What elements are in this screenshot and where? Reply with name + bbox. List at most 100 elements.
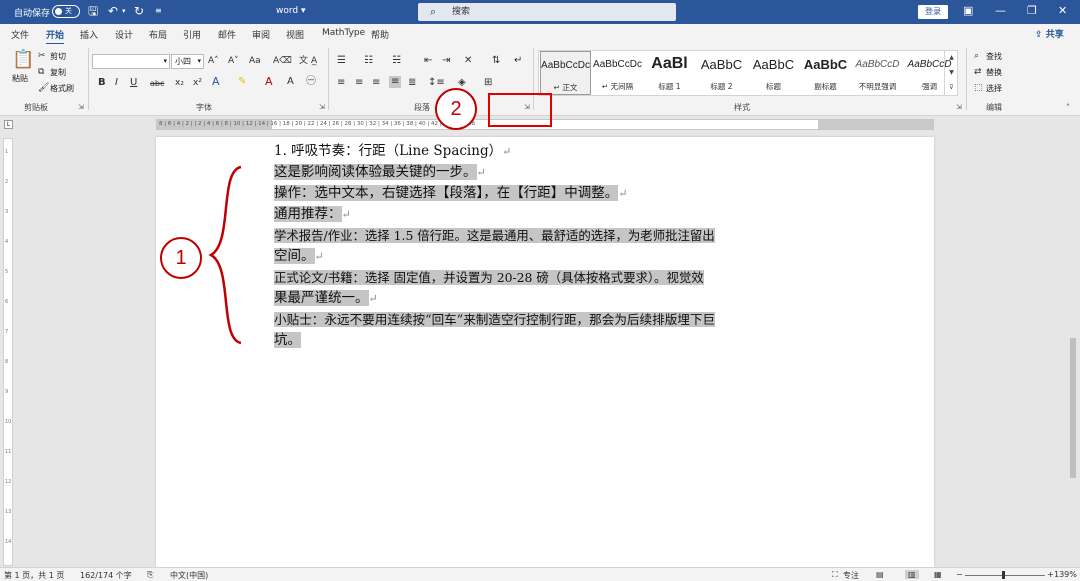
style-normal[interactable]: AaBbCcDc ↵ 正文	[540, 51, 591, 95]
ribbon-display-icon[interactable]: ▣	[963, 4, 973, 18]
tab-mathtype[interactable]: MathType	[322, 28, 365, 38]
search-box[interactable]: ⌕ 搜索	[418, 3, 676, 21]
doc-line[interactable]: 果最严谨统一。↵	[274, 288, 819, 309]
char-border-icon[interactable]: A̲	[311, 55, 317, 67]
proofing-icon[interactable]: ⎘	[147, 570, 153, 580]
search-input[interactable]: 搜索	[452, 7, 470, 17]
superscript-icon[interactable]: x²	[193, 77, 202, 89]
shading-icon[interactable]: ◈	[458, 77, 466, 89]
style-subtle-emphasis[interactable]: AaBbCcD 不明显强调	[852, 51, 903, 95]
document-page[interactable]: 1. 呼吸节奏：行距（Line Spacing）↵ 这是影响阅读体验最关键的一步…	[156, 137, 934, 567]
doc-line[interactable]: 这是影响阅读体验最关键的一步。↵	[274, 162, 819, 183]
font-color-icon[interactable]: A	[265, 76, 273, 88]
tab-insert[interactable]: 插入	[80, 28, 98, 41]
doc-line[interactable]: 小贴士：永远不要用连续按“回车”来制造空行控制行距，那会为后续排版埋下巨	[274, 309, 819, 331]
clipboard-dialog-launcher-icon[interactable]: ⇲	[78, 103, 84, 111]
styles-dialog-launcher-icon[interactable]: ⇲	[956, 103, 962, 111]
align-center-icon[interactable]: ≡	[355, 77, 363, 89]
scroll-up-icon[interactable]: ▲	[945, 50, 958, 65]
share-button[interactable]: ⇪ 共享	[1035, 27, 1064, 40]
vertical-ruler[interactable]: 1 2 3 4 5 6 7 8 9 10 11 12 13 14	[3, 138, 13, 566]
cut-icon[interactable]: ✂	[38, 50, 46, 62]
focus-button[interactable]: 专注	[843, 570, 859, 581]
replace-button[interactable]: 替换	[986, 67, 1002, 78]
format-painter-button[interactable]: 格式刷	[50, 83, 74, 94]
doc-line[interactable]: 正式论文/书籍：选择 固定值，并设置为 20-28 磅（具体按格式要求）。视觉效	[274, 267, 819, 289]
phonetic-guide-icon[interactable]: 文	[299, 55, 308, 67]
copy-button[interactable]: 复制	[50, 67, 66, 78]
font-name-combo[interactable]: ▾	[92, 54, 170, 69]
autosave-toggle[interactable]: 关	[52, 5, 80, 18]
format-painter-icon[interactable]: 🖌	[38, 82, 49, 94]
scroll-thumb[interactable]	[1070, 338, 1076, 478]
web-layout-icon[interactable]: ▦	[934, 570, 942, 579]
tab-home[interactable]: 开始	[46, 28, 65, 45]
replace-icon[interactable]: ⇄	[974, 66, 982, 78]
increase-indent-icon[interactable]: ⇥	[442, 55, 450, 67]
underline-icon[interactable]: U	[130, 77, 137, 89]
multilevel-list-icon[interactable]: ☵	[392, 55, 401, 67]
select-button[interactable]: 选择	[986, 83, 1002, 94]
redo-icon[interactable]: ↻	[134, 4, 144, 18]
decrease-indent-icon[interactable]: ⇤	[424, 55, 432, 67]
tab-mailings[interactable]: 邮件	[218, 28, 236, 41]
zoom-slider[interactable]	[965, 575, 1045, 576]
word-count[interactable]: 162/174 个字	[80, 570, 132, 581]
style-no-spacing[interactable]: AaBbCcDc ↵ 无间隔	[592, 51, 643, 95]
print-layout-icon[interactable]: ▥	[905, 570, 919, 579]
customize-toolbar-icon[interactable]: ≡	[155, 4, 162, 18]
tab-selector[interactable]: L	[4, 120, 13, 129]
distributed-icon[interactable]: ≣	[408, 77, 416, 89]
grow-font-icon[interactable]: A˄	[208, 55, 219, 67]
find-icon[interactable]: ⌕	[974, 50, 979, 62]
collapse-ribbon-icon[interactable]: ˄	[1066, 102, 1070, 114]
italic-icon[interactable]: I	[115, 77, 118, 89]
bullets-icon[interactable]: ☰	[337, 55, 346, 67]
restore-icon[interactable]: ❐	[1027, 4, 1037, 18]
doc-line[interactable]: 空间。↵	[274, 246, 819, 267]
align-right-icon[interactable]: ≡	[372, 77, 380, 89]
shrink-font-icon[interactable]: A˅	[228, 55, 239, 67]
enclose-char-icon[interactable]: ㊀	[306, 76, 316, 88]
doc-line[interactable]: 学术报告/作业：选择 1.5 倍行距。这是最通用、最舒适的选择，为老师批注留出	[274, 225, 819, 247]
vertical-scrollbar[interactable]	[1068, 138, 1078, 566]
text-effects-icon[interactable]: A	[212, 76, 220, 88]
line-spacing-icon[interactable]: ↕≡	[428, 77, 445, 89]
char-shading-icon[interactable]: A	[287, 76, 294, 88]
zoom-slider-handle[interactable]	[1002, 571, 1005, 579]
tab-design[interactable]: 设计	[115, 28, 133, 41]
focus-icon[interactable]: ⛶	[832, 570, 838, 580]
more-styles-icon[interactable]: ⊽	[945, 80, 958, 95]
align-left-icon[interactable]: ≡	[337, 77, 345, 89]
copy-icon[interactable]: ⧉	[38, 66, 44, 78]
tab-layout[interactable]: 布局	[149, 28, 167, 41]
sort-icon[interactable]: ⇅	[492, 55, 500, 67]
doc-heading[interactable]: 1. 呼吸节奏：行距（Line Spacing）↵	[274, 141, 819, 162]
tab-help[interactable]: 帮助	[371, 28, 389, 41]
find-button[interactable]: 查找	[986, 51, 1002, 62]
font-size-combo[interactable]: 小四 ▾	[171, 54, 204, 69]
styles-scroll[interactable]: ▲ ▼ ⊽	[944, 50, 958, 96]
login-button[interactable]: 登录	[918, 5, 948, 19]
doc-line[interactable]: 通用推荐：↵	[274, 204, 819, 225]
borders-icon[interactable]: ⊞	[484, 77, 492, 89]
undo-icon[interactable]: ↶	[108, 4, 118, 18]
close-icon[interactable]: ✕	[1058, 4, 1067, 18]
paste-button[interactable]: 粘贴	[12, 73, 28, 84]
scroll-down-icon[interactable]: ▼	[945, 65, 958, 80]
clear-formatting-icon[interactable]: A⌫	[273, 55, 292, 67]
select-icon[interactable]: ⬚	[974, 82, 983, 94]
undo-dropdown-icon[interactable]: ▾	[122, 4, 126, 18]
save-icon[interactable]: 🖫	[88, 4, 98, 18]
tab-review[interactable]: 审阅	[252, 28, 270, 41]
style-subtitle[interactable]: AaBbC 副标题	[800, 51, 851, 95]
paste-icon[interactable]: 📋	[12, 50, 34, 70]
doc-line[interactable]: 坑。	[274, 330, 819, 351]
subscript-icon[interactable]: x₂	[175, 77, 184, 89]
tab-references[interactable]: 引用	[183, 28, 201, 41]
strikethrough-icon[interactable]: abc	[150, 78, 164, 90]
highlight-icon[interactable]: ✎	[238, 76, 246, 88]
tab-file[interactable]: 文件	[11, 28, 29, 41]
tab-view[interactable]: 视图	[286, 28, 304, 41]
page-count[interactable]: 第 1 页，共 1 页	[4, 570, 64, 581]
